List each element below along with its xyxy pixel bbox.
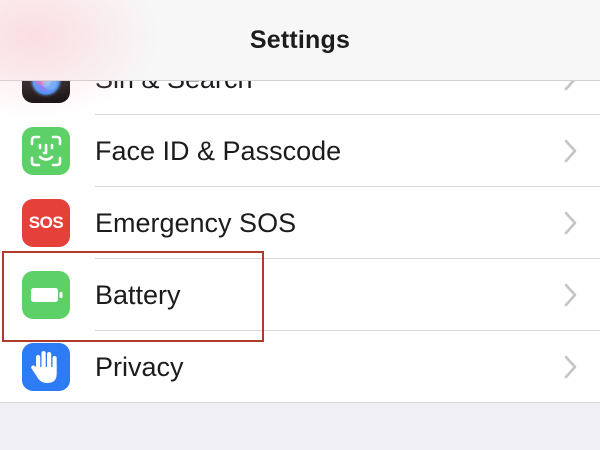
- row-separator: [0, 402, 600, 403]
- settings-row-label: Privacy: [95, 352, 184, 382]
- settings-row-privacy[interactable]: Privacy: [0, 331, 600, 403]
- privacy-hand-icon: [22, 343, 70, 391]
- face-id-icon: [22, 127, 70, 175]
- chevron-right-icon: [564, 139, 577, 163]
- chevron-right-icon: [564, 355, 577, 379]
- settings-row-label: Face ID & Passcode: [95, 136, 342, 166]
- page-title: Settings: [249, 26, 351, 54]
- settings-row-label: Emergency SOS: [95, 208, 297, 238]
- sos-icon: SOS: [22, 199, 70, 247]
- settings-row-battery[interactable]: Battery: [0, 259, 600, 331]
- chevron-right-icon: [564, 283, 577, 307]
- navigation-bar: Settings: [0, 0, 600, 120]
- settings-row-face-id[interactable]: Face ID & Passcode: [0, 115, 600, 187]
- settings-row-label: Battery: [95, 280, 181, 310]
- sos-icon-text: SOS: [28, 213, 64, 232]
- battery-icon: [22, 271, 70, 319]
- nav-bar-tint: [0, 0, 160, 120]
- settings-row-emergency-sos[interactable]: SOS Emergency SOS: [0, 187, 600, 259]
- settings-screen: Siri & Search: [0, 0, 600, 450]
- chevron-right-icon: [564, 211, 577, 235]
- list-footer-background: [0, 404, 600, 450]
